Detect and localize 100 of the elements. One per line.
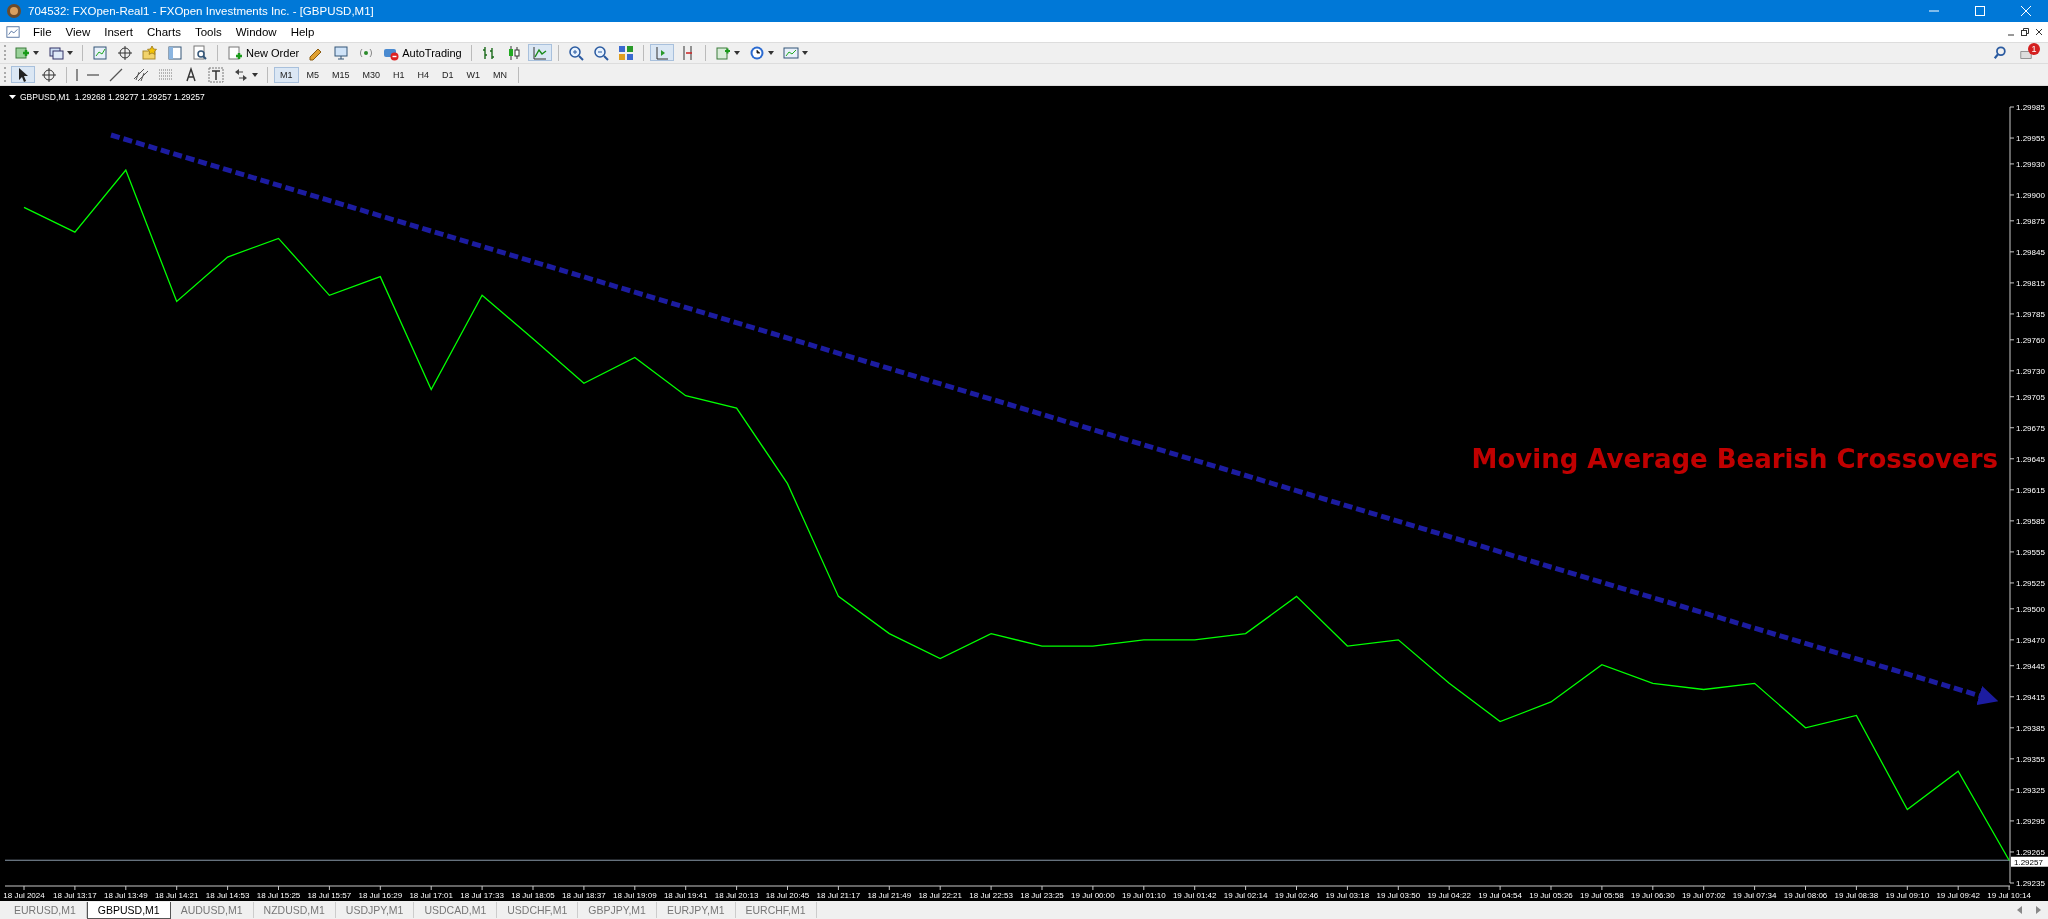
menu-item[interactable]: Insert bbox=[97, 25, 140, 38]
zoom-out-icon bbox=[592, 44, 609, 61]
windows-icon bbox=[48, 44, 64, 61]
text-label-tool[interactable] bbox=[205, 66, 227, 84]
time-axis-label: 18 Jul 17:33 bbox=[460, 891, 504, 900]
price-axis-label: 1.29525 bbox=[2016, 578, 2045, 588]
price-axis-label: 1.29415 bbox=[2016, 692, 2045, 702]
timeframe-button[interactable]: MN bbox=[488, 67, 513, 82]
menu-item[interactable]: Charts bbox=[140, 25, 188, 38]
horizontal-line-icon bbox=[87, 73, 99, 76]
price-axis-label: 1.29815 bbox=[2016, 278, 2045, 288]
time-axis-label: 19 Jul 04:22 bbox=[1427, 891, 1471, 900]
new-order-button[interactable]: New Order bbox=[224, 44, 303, 62]
notifications-button[interactable]: 1 bbox=[2019, 43, 2040, 63]
scroll-right-icon[interactable] bbox=[2034, 906, 2042, 914]
text-icon bbox=[183, 66, 199, 83]
time-axis-label: 18 Jul 19:09 bbox=[613, 891, 657, 900]
timeframe-button[interactable]: H1 bbox=[388, 67, 410, 82]
scroll-left-icon[interactable] bbox=[2016, 906, 2024, 914]
price-axis-label: 1.29265 bbox=[2016, 847, 2045, 857]
app-logo-icon bbox=[6, 2, 22, 19]
caret-icon bbox=[67, 50, 73, 55]
time-axis-label: 19 Jul 02:14 bbox=[1223, 891, 1268, 900]
chart-header: GBPUSD,M1 1.29268 1.29277 1.29257 1.29257 bbox=[9, 92, 205, 102]
chart-shift-button[interactable] bbox=[649, 44, 674, 62]
arrows-icon bbox=[233, 66, 249, 83]
chart-shift-icon bbox=[653, 44, 670, 61]
price-axis-label: 1.29555 bbox=[2016, 547, 2045, 557]
timeframe-button[interactable]: M30 bbox=[357, 67, 386, 82]
time-axis-label: 18 Jul 14:53 bbox=[205, 891, 250, 900]
menu-item[interactable]: Window bbox=[228, 25, 284, 38]
vertical-line-icon bbox=[76, 68, 78, 81]
timeframe-button[interactable]: D1 bbox=[437, 67, 459, 82]
time-axis-label: 19 Jul 03:50 bbox=[1376, 891, 1421, 900]
menu-item[interactable]: Tools bbox=[187, 25, 229, 38]
price-axis-label: 1.29355 bbox=[2016, 754, 2045, 764]
restore-icon[interactable] bbox=[2020, 26, 2030, 37]
time-axis-label: 19 Jul 05:26 bbox=[1529, 891, 1573, 900]
window-title: 704532: FXOpen-Real1 - FXOpen Investments Inc. - [GBPUSD,M1] bbox=[28, 4, 374, 17]
menu-item[interactable]: Help bbox=[283, 25, 322, 38]
chart-tab[interactable]: EURCHF,M1 bbox=[735, 902, 817, 918]
time-axis-label: 18 Jul 17:01 bbox=[409, 891, 453, 900]
channel-icon bbox=[133, 66, 149, 83]
chart-tab[interactable]: USDCHF,M1 bbox=[497, 902, 579, 918]
timeframe-button[interactable]: H4 bbox=[412, 67, 435, 82]
timeframe-button[interactable]: M1 bbox=[274, 66, 299, 83]
timeframe-button[interactable]: W1 bbox=[461, 67, 486, 82]
cursor-tool[interactable] bbox=[11, 66, 35, 84]
price-axis-label: 1.29325 bbox=[2016, 785, 2045, 795]
time-axis-label: 18 Jul 22:21 bbox=[918, 891, 962, 900]
caret-icon bbox=[767, 50, 774, 55]
time-axis-label: 19 Jul 06:30 bbox=[1631, 891, 1675, 900]
time-axis-label: 18 Jul 18:05 bbox=[511, 891, 555, 900]
time-axis-label: 18 Jul 23:25 bbox=[1020, 891, 1064, 900]
chart-tab[interactable]: EURUSD,M1 bbox=[4, 902, 87, 918]
add-chart-icon bbox=[14, 44, 30, 61]
chart-tab[interactable]: NZDUSD,M1 bbox=[253, 902, 336, 918]
time-axis-label: 18 Jul 21:17 bbox=[816, 891, 861, 900]
crosshair-icon bbox=[41, 66, 57, 83]
price-tag: 1.29257 bbox=[2011, 856, 2048, 867]
price-axis-label: 1.29705 bbox=[2016, 392, 2045, 402]
price-axis-label: 1.29615 bbox=[2016, 485, 2045, 495]
menu-item[interactable]: File bbox=[26, 25, 59, 38]
chart-document-icon[interactable] bbox=[6, 24, 20, 39]
panel-icon bbox=[167, 44, 183, 61]
menu-item[interactable]: View bbox=[58, 25, 98, 38]
fibonacci-icon bbox=[158, 66, 174, 83]
time-axis-label: 18 Jul 19:41 bbox=[663, 891, 708, 900]
chart-tab[interactable]: USDCAD,M1 bbox=[414, 902, 498, 918]
chart-tab[interactable]: AUDUSD,M1 bbox=[170, 902, 254, 918]
search-icon[interactable] bbox=[1993, 45, 2007, 60]
price-axis-label: 1.29445 bbox=[2016, 661, 2045, 671]
time-axis-label: 19 Jul 09:42 bbox=[1936, 891, 1980, 900]
time-axis-label: 18 Jul 20:13 bbox=[714, 891, 759, 900]
template-icon bbox=[782, 44, 799, 61]
tile-icon bbox=[617, 44, 634, 61]
monitor-icon bbox=[333, 44, 350, 61]
price-axis-label: 1.29385 bbox=[2016, 723, 2045, 733]
document-plus-icon bbox=[227, 44, 243, 61]
text-label-icon bbox=[208, 66, 224, 83]
vertical-line-tool[interactable] bbox=[73, 66, 81, 84]
auto-trading-button[interactable]: AutoTrading bbox=[380, 44, 465, 62]
chart-tab[interactable]: GBPJPY,M1 bbox=[578, 902, 657, 918]
time-axis-label: 19 Jul 05:58 bbox=[1580, 891, 1624, 900]
time-axis-label: 18 Jul 15:57 bbox=[307, 891, 352, 900]
price-axis-label: 1.29785 bbox=[2016, 309, 2045, 319]
caret-icon bbox=[252, 72, 258, 77]
chart-tab[interactable]: USDJPY,M1 bbox=[335, 902, 415, 918]
maximize-icon[interactable] bbox=[1974, 4, 1986, 17]
line-chart-button[interactable] bbox=[527, 44, 552, 62]
timeframe-button[interactable]: M5 bbox=[301, 67, 325, 82]
timeframe-button[interactable]: M15 bbox=[327, 67, 355, 82]
time-axis-label: 19 Jul 02:46 bbox=[1274, 891, 1319, 900]
caret-icon bbox=[33, 50, 39, 55]
close-icon[interactable] bbox=[2034, 26, 2044, 37]
chart-tab[interactable]: EURJPY,M1 bbox=[656, 902, 736, 918]
price-axis-label: 1.29955 bbox=[2016, 134, 2045, 144]
chart-tab[interactable]: GBPUSD,M1 bbox=[86, 902, 171, 919]
price-axis-label: 1.29875 bbox=[2016, 216, 2045, 226]
time-axis-label: 19 Jul 07:02 bbox=[1681, 891, 1726, 900]
